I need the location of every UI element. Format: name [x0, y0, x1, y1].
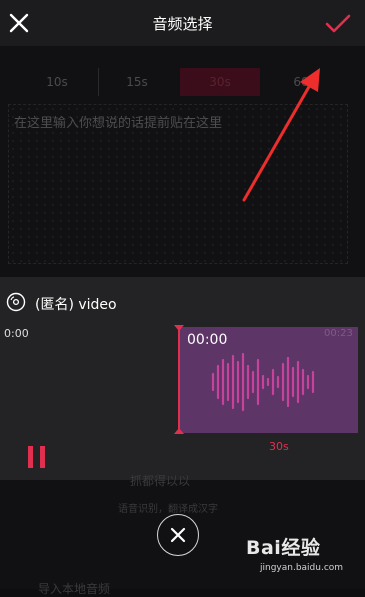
waveform — [211, 352, 315, 412]
handle-top-marker — [174, 325, 184, 331]
track-title: (匿名) video — [35, 297, 117, 313]
duration-option[interactable]: 60 — [276, 68, 326, 96]
close-icon — [170, 527, 186, 543]
divider — [98, 68, 99, 96]
selection-time: 00:00 — [187, 332, 228, 348]
check-icon[interactable] — [325, 13, 351, 35]
duration-option[interactable]: 15s — [112, 68, 162, 96]
disc-icon — [6, 292, 26, 312]
duration-selector: 10s 15s 30s 60 — [0, 68, 365, 96]
end-time: 00:23 — [324, 328, 353, 339]
duration-option-selected[interactable]: 30s — [180, 68, 260, 96]
prompt-placeholder: 在这里输入你想说的话提前贴在这里 — [14, 116, 223, 131]
selection-handle[interactable] — [178, 327, 180, 433]
handle-bottom-marker — [174, 428, 184, 434]
hint-subtitle: 语音识别，翻译成汉字 — [118, 504, 218, 515]
top-bar: 音频选择 — [0, 0, 365, 46]
pause-icon[interactable] — [28, 446, 48, 468]
selection-duration: 30s — [269, 440, 289, 453]
watermark-logo: Bai经验 — [246, 537, 321, 559]
watermark: Bai经验 jingyan.baidu.com — [246, 533, 358, 581]
hint-title: 抓都得以以 — [130, 474, 191, 488]
page-title: 音频选择 — [152, 15, 213, 33]
dismiss-button[interactable] — [157, 514, 199, 556]
duration-option[interactable]: 10s — [32, 68, 82, 96]
watermark-url: jingyan.baidu.com — [260, 563, 344, 573]
start-time: 0:00 — [4, 327, 29, 340]
